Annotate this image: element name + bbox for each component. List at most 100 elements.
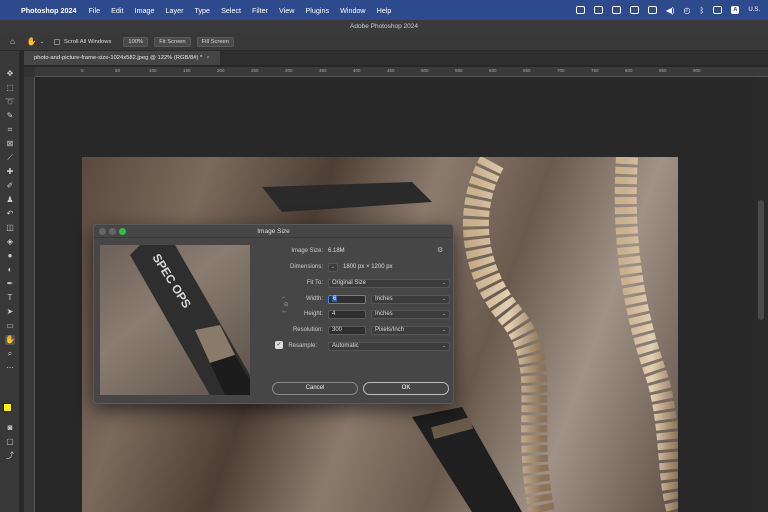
- quick-mask-icon[interactable]: ◙: [5, 423, 15, 433]
- chevron-down-icon: ⌄: [441, 343, 446, 349]
- crop-tool-icon[interactable]: ⌗: [5, 125, 15, 135]
- menu-view[interactable]: View: [279, 6, 294, 15]
- fill-screen-button[interactable]: Fill Screen: [196, 36, 235, 47]
- input-source-label: U.S.: [748, 7, 760, 13]
- menu-help[interactable]: Help: [377, 6, 392, 15]
- cloud-icon[interactable]: [593, 6, 603, 14]
- blur-tool-icon[interactable]: ●: [5, 251, 15, 261]
- ruler-tick-label: 300: [285, 68, 293, 73]
- zoom-window-icon[interactable]: [119, 228, 126, 235]
- menu-app-name[interactable]: Photoshop 2024: [21, 6, 77, 15]
- dimensions-value: 1800 px × 1200 px: [343, 264, 393, 270]
- foreground-color-swatch[interactable]: [3, 403, 12, 412]
- tool-preset-chevron-icon[interactable]: ⌄: [40, 39, 44, 45]
- paint-bucket-tool-icon[interactable]: ◈: [5, 237, 15, 247]
- ok-button[interactable]: OK: [363, 382, 449, 395]
- resample-dropdown[interactable]: Automatic ⌄: [328, 342, 450, 351]
- tools-panel: ✥ ⬚ ➰ ✎ ⌗ ⊠ ⟋ ✚ ✐ ♟ ↶ ◫ ◈ ● ◐ ✒ T ➤ ▭ ✋ …: [0, 51, 20, 512]
- fit-screen-button[interactable]: Fit Screen: [154, 36, 191, 47]
- dimensions-unit-dropdown[interactable]: ⌄: [328, 263, 338, 272]
- marquee-tool-icon[interactable]: ⬚: [5, 83, 15, 93]
- path-selection-tool-icon[interactable]: ➤: [5, 307, 15, 317]
- home-icon[interactable]: ⌂: [10, 37, 15, 46]
- ruler-tick-label: 750: [591, 68, 599, 73]
- bluetooth-icon[interactable]: ᛒ: [700, 6, 705, 15]
- pen-tool-icon[interactable]: ✒: [5, 279, 15, 289]
- fit-to-dropdown[interactable]: Original Size ⌄: [328, 279, 450, 288]
- eraser-tool-icon[interactable]: ◫: [5, 223, 15, 233]
- dialog-title-bar: Image Size: [94, 225, 453, 238]
- type-tool-icon[interactable]: T: [5, 293, 15, 303]
- share-icon[interactable]: ⤴: [5, 451, 15, 461]
- dodge-tool-icon[interactable]: ◐: [5, 265, 15, 275]
- hand-tool-icon[interactable]: ✋: [27, 37, 37, 46]
- chevron-down-icon: ⌄: [330, 264, 335, 270]
- status-icon[interactable]: [575, 6, 585, 14]
- height-label: Height:: [303, 311, 323, 317]
- menu-window[interactable]: Window: [340, 6, 366, 15]
- ruler-tick-label: 650: [523, 68, 531, 73]
- menu-file[interactable]: File: [89, 6, 101, 15]
- resolution-unit-dropdown[interactable]: Pixels/Inch ⌄: [371, 326, 450, 335]
- width-unit-dropdown[interactable]: Inches ⌄: [371, 295, 450, 304]
- menu-layer[interactable]: Layer: [165, 6, 183, 15]
- ruler-tick-label: 150: [183, 68, 191, 73]
- history-brush-tool-icon[interactable]: ↶: [5, 209, 15, 219]
- volume-icon[interactable]: ◀): [666, 6, 675, 15]
- lasso-tool-icon[interactable]: ➰: [5, 97, 15, 107]
- rectangle-tool-icon[interactable]: ▭: [5, 321, 15, 331]
- brush-tool-icon[interactable]: ✐: [5, 181, 15, 191]
- camera-icon[interactable]: [611, 6, 621, 14]
- scroll-all-windows-checkbox[interactable]: [54, 38, 61, 45]
- display-icon[interactable]: [629, 6, 639, 14]
- time-machine-icon[interactable]: ◴: [684, 6, 691, 15]
- more-tools-icon[interactable]: ⋯: [5, 363, 15, 373]
- menu-filter[interactable]: Filter: [252, 6, 268, 15]
- ruler-tick-label: 400: [353, 68, 361, 73]
- frame-tool-icon[interactable]: ⊠: [5, 139, 15, 149]
- menu-select[interactable]: Select: [221, 6, 241, 15]
- keyboard-icon[interactable]: [647, 6, 657, 14]
- ruler-tick-label: 850: [659, 68, 667, 73]
- image-preview[interactable]: SPEC OPS: [100, 245, 250, 395]
- width-input[interactable]: 6: [328, 295, 366, 304]
- move-tool-icon[interactable]: ✥: [5, 69, 15, 79]
- scroll-all-windows-label: Scroll All Windows: [64, 38, 112, 45]
- ruler-tick-label: 200: [217, 68, 225, 73]
- gear-icon[interactable]: ⚙: [437, 246, 443, 254]
- healing-brush-tool-icon[interactable]: ✚: [5, 167, 15, 177]
- ruler-tick-label: 250: [251, 68, 259, 73]
- clone-stamp-tool-icon[interactable]: ♟: [5, 195, 15, 205]
- resolution-input[interactable]: 300: [328, 326, 366, 335]
- dialog-title: Image Size: [257, 228, 290, 235]
- menu-image[interactable]: Image: [135, 6, 155, 15]
- chevron-down-icon: ⌄: [441, 296, 446, 302]
- close-tab-icon[interactable]: ×: [206, 55, 209, 61]
- zoom-100-button[interactable]: 100%: [123, 36, 149, 47]
- height-input[interactable]: 4: [328, 310, 366, 319]
- eyedropper-tool-icon[interactable]: ⟋: [5, 153, 15, 163]
- control-center-icon[interactable]: [713, 6, 723, 14]
- menu-edit[interactable]: Edit: [111, 6, 123, 15]
- height-unit-value: Inches: [375, 311, 393, 317]
- close-window-icon[interactable]: [99, 228, 106, 235]
- menu-type[interactable]: Type: [194, 6, 210, 15]
- ruler-tick-label: 800: [625, 68, 633, 73]
- menu-plugins[interactable]: Plugins: [305, 6, 329, 15]
- ruler-tick-label: 500: [421, 68, 429, 73]
- height-unit-dropdown[interactable]: Inches ⌄: [371, 310, 450, 319]
- zoom-tool-icon[interactable]: ⌕: [5, 349, 15, 359]
- chevron-down-icon: ⌄: [441, 280, 446, 286]
- quick-select-tool-icon[interactable]: ✎: [5, 111, 15, 121]
- minimize-window-icon[interactable]: [109, 228, 116, 235]
- hand-tool-icon[interactable]: ✋: [5, 335, 15, 345]
- cancel-button[interactable]: Cancel: [272, 382, 358, 395]
- ruler-tick-label: 600: [489, 68, 497, 73]
- screen-mode-icon[interactable]: ▢: [5, 437, 15, 447]
- mac-menubar: Photoshop 2024 File Edit Image Layer Typ…: [0, 0, 768, 20]
- ruler-tick-label: 350: [319, 68, 327, 73]
- scrollbar-thumb[interactable]: [758, 200, 764, 320]
- document-tab[interactable]: photo-and-picture-frame-size-1024x582.jp…: [24, 51, 220, 65]
- input-source-badge[interactable]: A: [731, 6, 740, 14]
- window-title-bar: Adobe Photoshop 2024: [0, 20, 768, 33]
